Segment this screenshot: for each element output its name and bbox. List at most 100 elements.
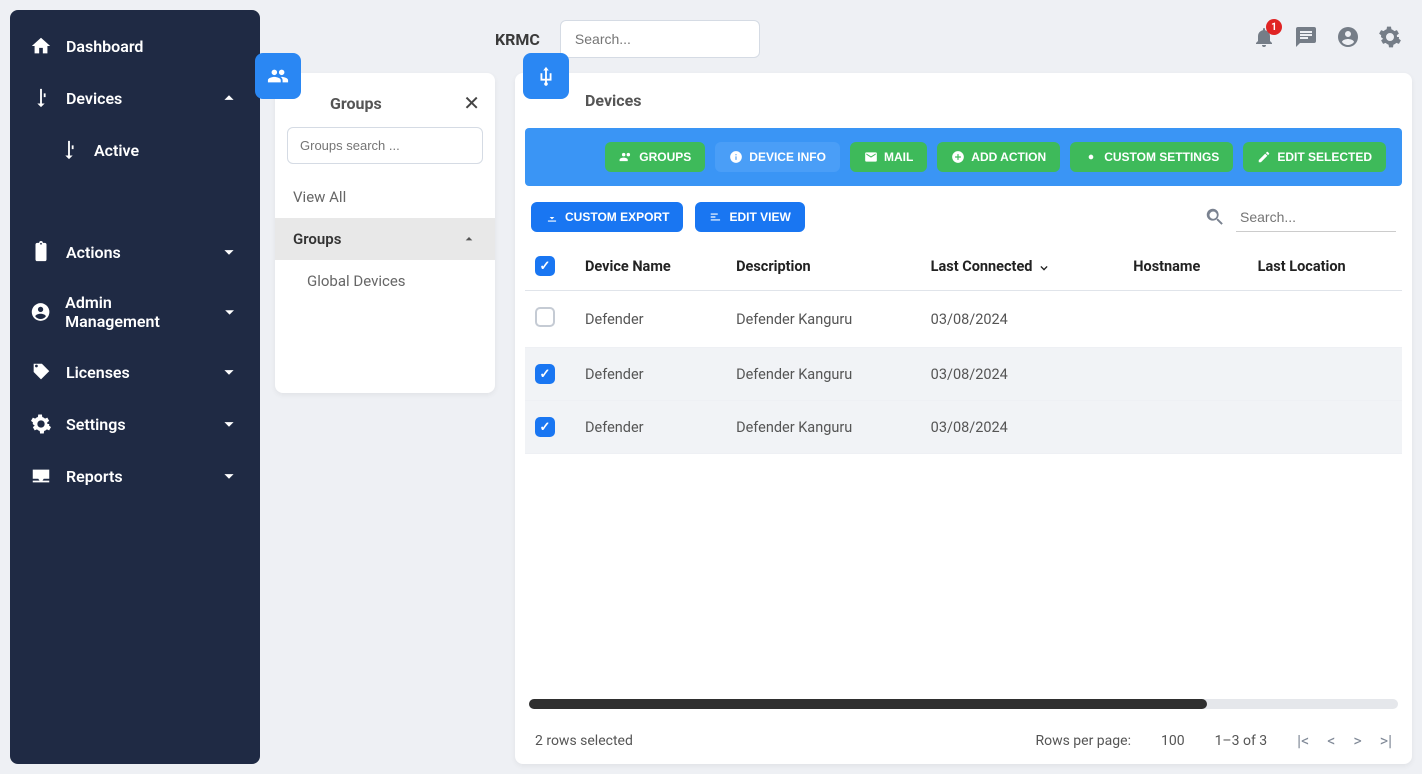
sidebar-item-admin[interactable]: Admin Management [10,278,260,346]
cell-last-location [1248,291,1402,348]
groups-panel-icon [255,53,301,99]
chevron-down-icon [218,465,240,487]
groups-row-global-devices[interactable]: Global Devices [275,260,495,302]
clipboard-icon [30,241,52,263]
col-last-connected[interactable]: Last Connected [921,242,1124,291]
cell-last-connected: 03/08/2024 [921,348,1124,401]
arrow-down-icon [1036,258,1052,274]
cell-description: Defender Kanguru [726,401,921,454]
sidebar-item-licenses[interactable]: Licenses [10,346,260,398]
add-action-button[interactable]: ADD ACTION [937,142,1060,172]
sidebar-label-dashboard: Dashboard [66,37,143,56]
mail-icon [864,150,878,164]
people-icon [619,150,633,164]
page-first-button[interactable]: |< [1297,731,1309,750]
custom-export-button[interactable]: CUSTOM EXPORT [531,202,683,232]
cell-device-name: Defender [575,401,726,454]
devices-panel-icon [523,53,569,99]
sidebar-label-reports: Reports [66,467,123,486]
device-info-button[interactable]: DEVICE INFO [715,142,840,172]
account-button[interactable] [1336,25,1360,53]
brand-label: KRMC [495,30,540,49]
usb-icon [30,87,52,109]
global-search-input[interactable] [560,20,760,58]
groups-panel: Groups ✕ View All Groups Global Devices [275,73,495,393]
sidebar-item-active[interactable]: Active [10,124,260,176]
table-row[interactable]: DefenderDefender Kanguru03/08/2024 [525,291,1402,348]
home-icon [30,35,52,57]
chevron-down-icon [218,413,240,435]
groups-button[interactable]: GROUPS [605,142,705,172]
cell-hostname [1123,401,1247,454]
rows-per-page-value[interactable]: 100 [1161,733,1185,749]
table-search-input[interactable] [1236,203,1396,232]
chevron-down-icon [219,301,240,323]
col-device-name[interactable]: Device Name [575,242,726,291]
search-icon[interactable] [1204,206,1226,228]
scrollbar-thumb[interactable] [529,699,1207,709]
sidebar-item-devices[interactable]: Devices [10,72,260,124]
select-all-checkbox[interactable] [535,256,555,276]
cell-hostname [1123,348,1247,401]
sidebar-label-actions: Actions [66,243,121,262]
chevron-up-icon [218,87,240,109]
action-bar: GROUPS DEVICE INFO MAIL ADD ACTION [525,128,1402,186]
user-icon [1336,25,1360,49]
usb-icon [535,65,557,87]
devices-panel-title: Devices [585,91,641,110]
page-next-button[interactable]: > [1353,731,1361,750]
page-last-button[interactable]: >| [1380,731,1392,750]
sidebar-item-reports[interactable]: Reports [10,450,260,502]
inbox-icon [30,465,52,487]
sidebar-item-settings[interactable]: Settings [10,398,260,450]
horizontal-scrollbar[interactable] [529,699,1398,709]
edit-view-button[interactable]: EDIT VIEW [695,202,804,232]
notifications-button[interactable]: 1 [1252,25,1276,53]
sidebar-label-admin: Admin Management [65,293,205,331]
table-row[interactable]: DefenderDefender Kanguru03/08/2024 [525,348,1402,401]
toolbar: CUSTOM EXPORT EDIT VIEW [515,186,1412,242]
pagination-range: 1–3 of 3 [1215,733,1268,749]
download-icon [545,210,559,224]
gear-icon [1378,25,1402,49]
sidebar-label-devices: Devices [66,89,122,108]
sidebar-item-actions[interactable]: Actions [10,226,260,278]
sidebar-label-active: Active [94,141,139,160]
cell-hostname [1123,291,1247,348]
sidebar-label-licenses: Licenses [66,363,130,382]
col-last-location[interactable]: Last Location [1248,242,1402,291]
tag-icon [30,361,52,383]
settings-button[interactable] [1378,25,1402,53]
tune-icon [709,210,723,224]
usb-icon [58,139,80,161]
people-icon [267,65,289,87]
cell-device-name: Defender [575,348,726,401]
groups-search-input[interactable] [287,127,483,164]
table-footer: 2 rows selected Rows per page: 100 1–3 o… [515,717,1412,764]
row-checkbox[interactable] [535,364,555,384]
user-circle-icon [30,301,51,323]
row-checkbox[interactable] [535,307,555,327]
mail-button[interactable]: MAIL [850,142,927,172]
row-checkbox[interactable] [535,417,555,437]
cell-description: Defender Kanguru [726,348,921,401]
sidebar-item-dashboard[interactable]: Dashboard [10,20,260,72]
groups-view-all[interactable]: View All [275,176,495,218]
cell-last-location [1248,348,1402,401]
col-hostname[interactable]: Hostname [1123,242,1247,291]
info-icon [729,150,743,164]
chat-icon [1294,25,1318,49]
custom-settings-button[interactable]: CUSTOM SETTINGS [1070,142,1233,172]
col-description[interactable]: Description [726,242,921,291]
groups-panel-close[interactable]: ✕ [463,91,480,115]
table-row[interactable]: DefenderDefender Kanguru03/08/2024 [525,401,1402,454]
edit-selected-button[interactable]: EDIT SELECTED [1243,142,1386,172]
groups-panel-title: Groups [330,94,382,113]
messages-button[interactable] [1294,25,1318,53]
chevron-down-icon [218,361,240,383]
cell-last-location [1248,401,1402,454]
page-prev-button[interactable]: < [1327,731,1335,750]
pencil-icon [1257,150,1271,164]
groups-row-groups[interactable]: Groups [275,218,495,260]
rows-selected-label: 2 rows selected [535,733,633,749]
